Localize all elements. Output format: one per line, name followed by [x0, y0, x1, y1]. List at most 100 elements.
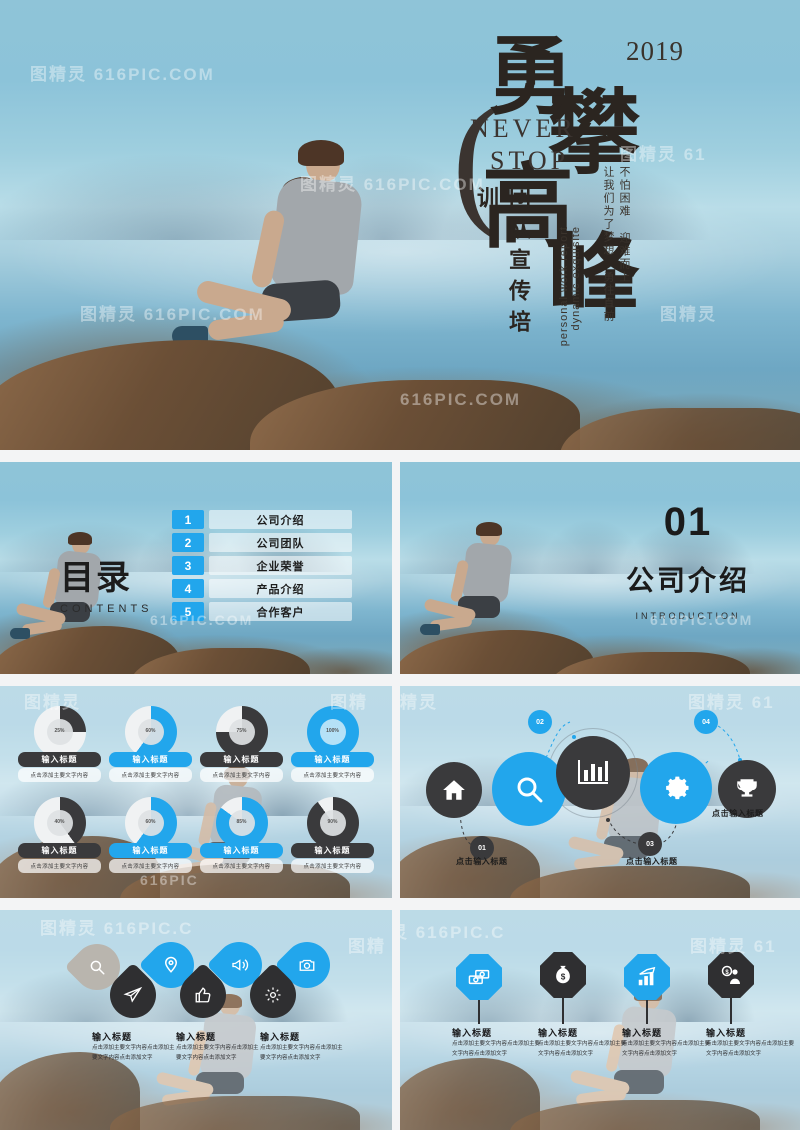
donut-stat-item[interactable]: 90% 输入标题 点击添加主要文字内容: [289, 797, 376, 884]
donut-value: 100%: [319, 719, 346, 745]
donut-caption-sub: 点击添加主要文字内容: [18, 859, 101, 873]
feature-title-3: 输入标题: [622, 1028, 663, 1038]
bar-chart-icon-circle[interactable]: [556, 736, 630, 810]
contents-title-en: CONTENTS: [60, 603, 153, 615]
gear-icon: [264, 986, 282, 1004]
donut-stat-item[interactable]: 60% 输入标题 点击添加主要文字内容: [107, 797, 194, 884]
cash-icon: [468, 967, 490, 987]
bar-chart-icon: [576, 758, 610, 788]
money-bag-icon: $: [552, 964, 574, 986]
donut-caption: 输入标题: [291, 843, 374, 858]
donut-caption-sub: 点击添加主要文字内容: [291, 859, 374, 873]
paper-plane-icon: [123, 986, 143, 1004]
donut-stat-item[interactable]: 40% 输入标题 点击添加主要文字内容: [16, 797, 103, 884]
list-item[interactable]: 2 公司团队: [172, 533, 352, 552]
hero-year: 2019: [626, 36, 684, 66]
donut-caption: 输入标题: [18, 843, 101, 858]
feature-body-2: 点击添加主要文字内容点击添加主要文字内容点击添加文字: [176, 1045, 259, 1061]
section-title-en: INTRODUCTION: [635, 611, 741, 621]
slide-section-cover[interactable]: 01 公司介绍 INTRODUCTION 616PIC.COM: [400, 462, 800, 674]
step-badge-04: 04: [694, 710, 718, 734]
octagon-growth-chart[interactable]: [624, 954, 670, 1000]
donut-chart: 75%: [215, 706, 268, 758]
donut-chart: 60%: [124, 797, 177, 849]
list-item-number: 1: [172, 510, 204, 529]
badge-number: 01: [478, 844, 486, 852]
donut-caption-sub: 点击添加主要文字内容: [200, 859, 283, 873]
flow-label-1: 点击输入标题: [456, 857, 508, 866]
list-item[interactable]: 1 公司介绍: [172, 510, 352, 529]
donut-value: 60%: [137, 719, 164, 745]
home-icon: [441, 777, 467, 803]
octagon-money-bag[interactable]: $: [540, 952, 586, 998]
hero-slogan-2: 不怕困难 迎难而上: [618, 166, 630, 284]
slide-contents[interactable]: 目录 CONTENTS 1 公司介绍 2 公司团队 3 企业荣誉 4 产品介绍 …: [0, 462, 392, 674]
slide-icon-flow[interactable]: 01 02 03 04 点击输入标题 点击输入标题 点击输入标题 精灵 图精灵 …: [400, 686, 800, 898]
donut-stat-item[interactable]: 85% 输入标题 点击添加主要文字内容: [198, 797, 285, 884]
feature-body-3: 点击添加主要文字内容点击添加主要文字内容点击添加文字: [622, 1041, 711, 1057]
list-item-number: 4: [172, 579, 204, 598]
search-icon-circle[interactable]: [492, 752, 566, 826]
list-item-number: 2: [172, 533, 204, 552]
step-badge-03: 03: [638, 832, 662, 856]
hero-english-line-2: dynamic exquisite: [570, 226, 582, 331]
growth-chart-icon: [636, 966, 658, 988]
slide-donut-stats[interactable]: 25% 输入标题 点击添加主要文字内容 60% 输入标题 点击添加主要文字内容 …: [0, 686, 392, 898]
hero-title-block: ( 2019 勇 攀 高 峰 NEVER STOP 团队宣传培训 让我们为了梦想…: [430, 18, 790, 358]
octagon-cash[interactable]: [456, 954, 502, 1000]
flow-label-3: 点击输入标题: [712, 809, 764, 818]
list-item-number: 3: [172, 556, 204, 575]
feature-body-2: 点击添加主要文字内容点击添加主要文字内容点击添加文字: [538, 1041, 627, 1057]
donut-stat-item[interactable]: 100% 输入标题 点击添加主要文字内容: [289, 706, 376, 793]
step-badge-02: 02: [528, 710, 552, 734]
icon-flow-diagram: 01 02 03 04 点击输入标题 点击输入标题 点击输入标题: [400, 686, 800, 898]
search-icon: [513, 773, 545, 805]
donut-chart: 60%: [124, 706, 177, 758]
feature-title-1: 输入标题: [92, 1032, 133, 1042]
slide-octagon-features[interactable]: 输入标题 点击添加主要文字内容点击添加主要文字内容点击添加文字 $ 输入标题 点…: [400, 910, 800, 1130]
gear-icon-circle[interactable]: [640, 752, 712, 824]
hero-never-text: NEVER: [470, 114, 577, 143]
feature-title-2: 输入标题: [176, 1032, 217, 1042]
svg-text:$: $: [561, 973, 566, 982]
list-item[interactable]: 4 产品介绍: [172, 579, 352, 598]
feature-body-1: 点击添加主要文字内容点击添加主要文字内容点击添加文字: [452, 1041, 541, 1057]
donut-caption: 输入标题: [109, 843, 192, 858]
feature-body-3: 点击添加主要文字内容点击添加主要文字内容点击添加文字: [260, 1045, 343, 1061]
list-item-label: 企业荣誉: [209, 556, 352, 575]
pin-tail-1: [478, 996, 480, 1024]
donut-stat-item[interactable]: 60% 输入标题 点击添加主要文字内容: [107, 706, 194, 793]
donut-chart: 40%: [33, 797, 86, 849]
trophy-icon: [734, 776, 760, 802]
donut-caption-sub: 点击添加主要文字内容: [109, 859, 192, 873]
pin-tail-4: [730, 996, 732, 1024]
donut-stat-item[interactable]: 75% 输入标题 点击添加主要文字内容: [198, 706, 285, 793]
donut-chart: 25%: [33, 706, 86, 758]
contents-list: 1 公司介绍 2 公司团队 3 企业荣誉 4 产品介绍 5 合作客户: [172, 510, 352, 625]
slide-hero[interactable]: ( 2019 勇 攀 高 峰 NEVER STOP 团队宣传培训 让我们为了梦想…: [0, 0, 800, 450]
badge-number: 03: [646, 840, 654, 848]
home-icon-circle[interactable]: [426, 762, 482, 818]
donut-chart-grid: 25% 输入标题 点击添加主要文字内容 60% 输入标题 点击添加主要文字内容 …: [16, 706, 376, 884]
megaphone-icon: [229, 956, 249, 974]
slide-diamond-features[interactable]: 输入标题 点击添加主要文字内容点击添加主要文字内容点击添加文字 输入标题 点击添…: [0, 910, 392, 1130]
hero-vertical-subtitle: 团队宣传培训: [474, 186, 531, 341]
donut-caption-sub: 点击添加主要文字内容: [200, 768, 283, 782]
badge-number: 02: [536, 718, 544, 726]
feature-title-2: 输入标题: [538, 1028, 579, 1038]
donut-stat-item[interactable]: 25% 输入标题 点击添加主要文字内容: [16, 706, 103, 793]
camera-icon: [297, 956, 317, 974]
hero-stop-text: STOP: [490, 146, 570, 175]
donut-value: 75%: [228, 719, 255, 745]
list-item[interactable]: 3 企业荣誉: [172, 556, 352, 575]
donut-value: 25%: [46, 719, 73, 745]
donut-chart: 90%: [306, 797, 359, 849]
donut-caption: 输入标题: [200, 752, 283, 767]
donut-caption: 输入标题: [291, 752, 374, 767]
location-pin-icon: [162, 956, 180, 974]
octagon-business-user[interactable]: $: [708, 952, 754, 998]
list-item[interactable]: 5 合作客户: [172, 602, 352, 621]
list-item-label: 公司团队: [209, 533, 352, 552]
feature-title-1: 输入标题: [452, 1028, 493, 1038]
list-item-label: 产品介绍: [209, 579, 352, 598]
